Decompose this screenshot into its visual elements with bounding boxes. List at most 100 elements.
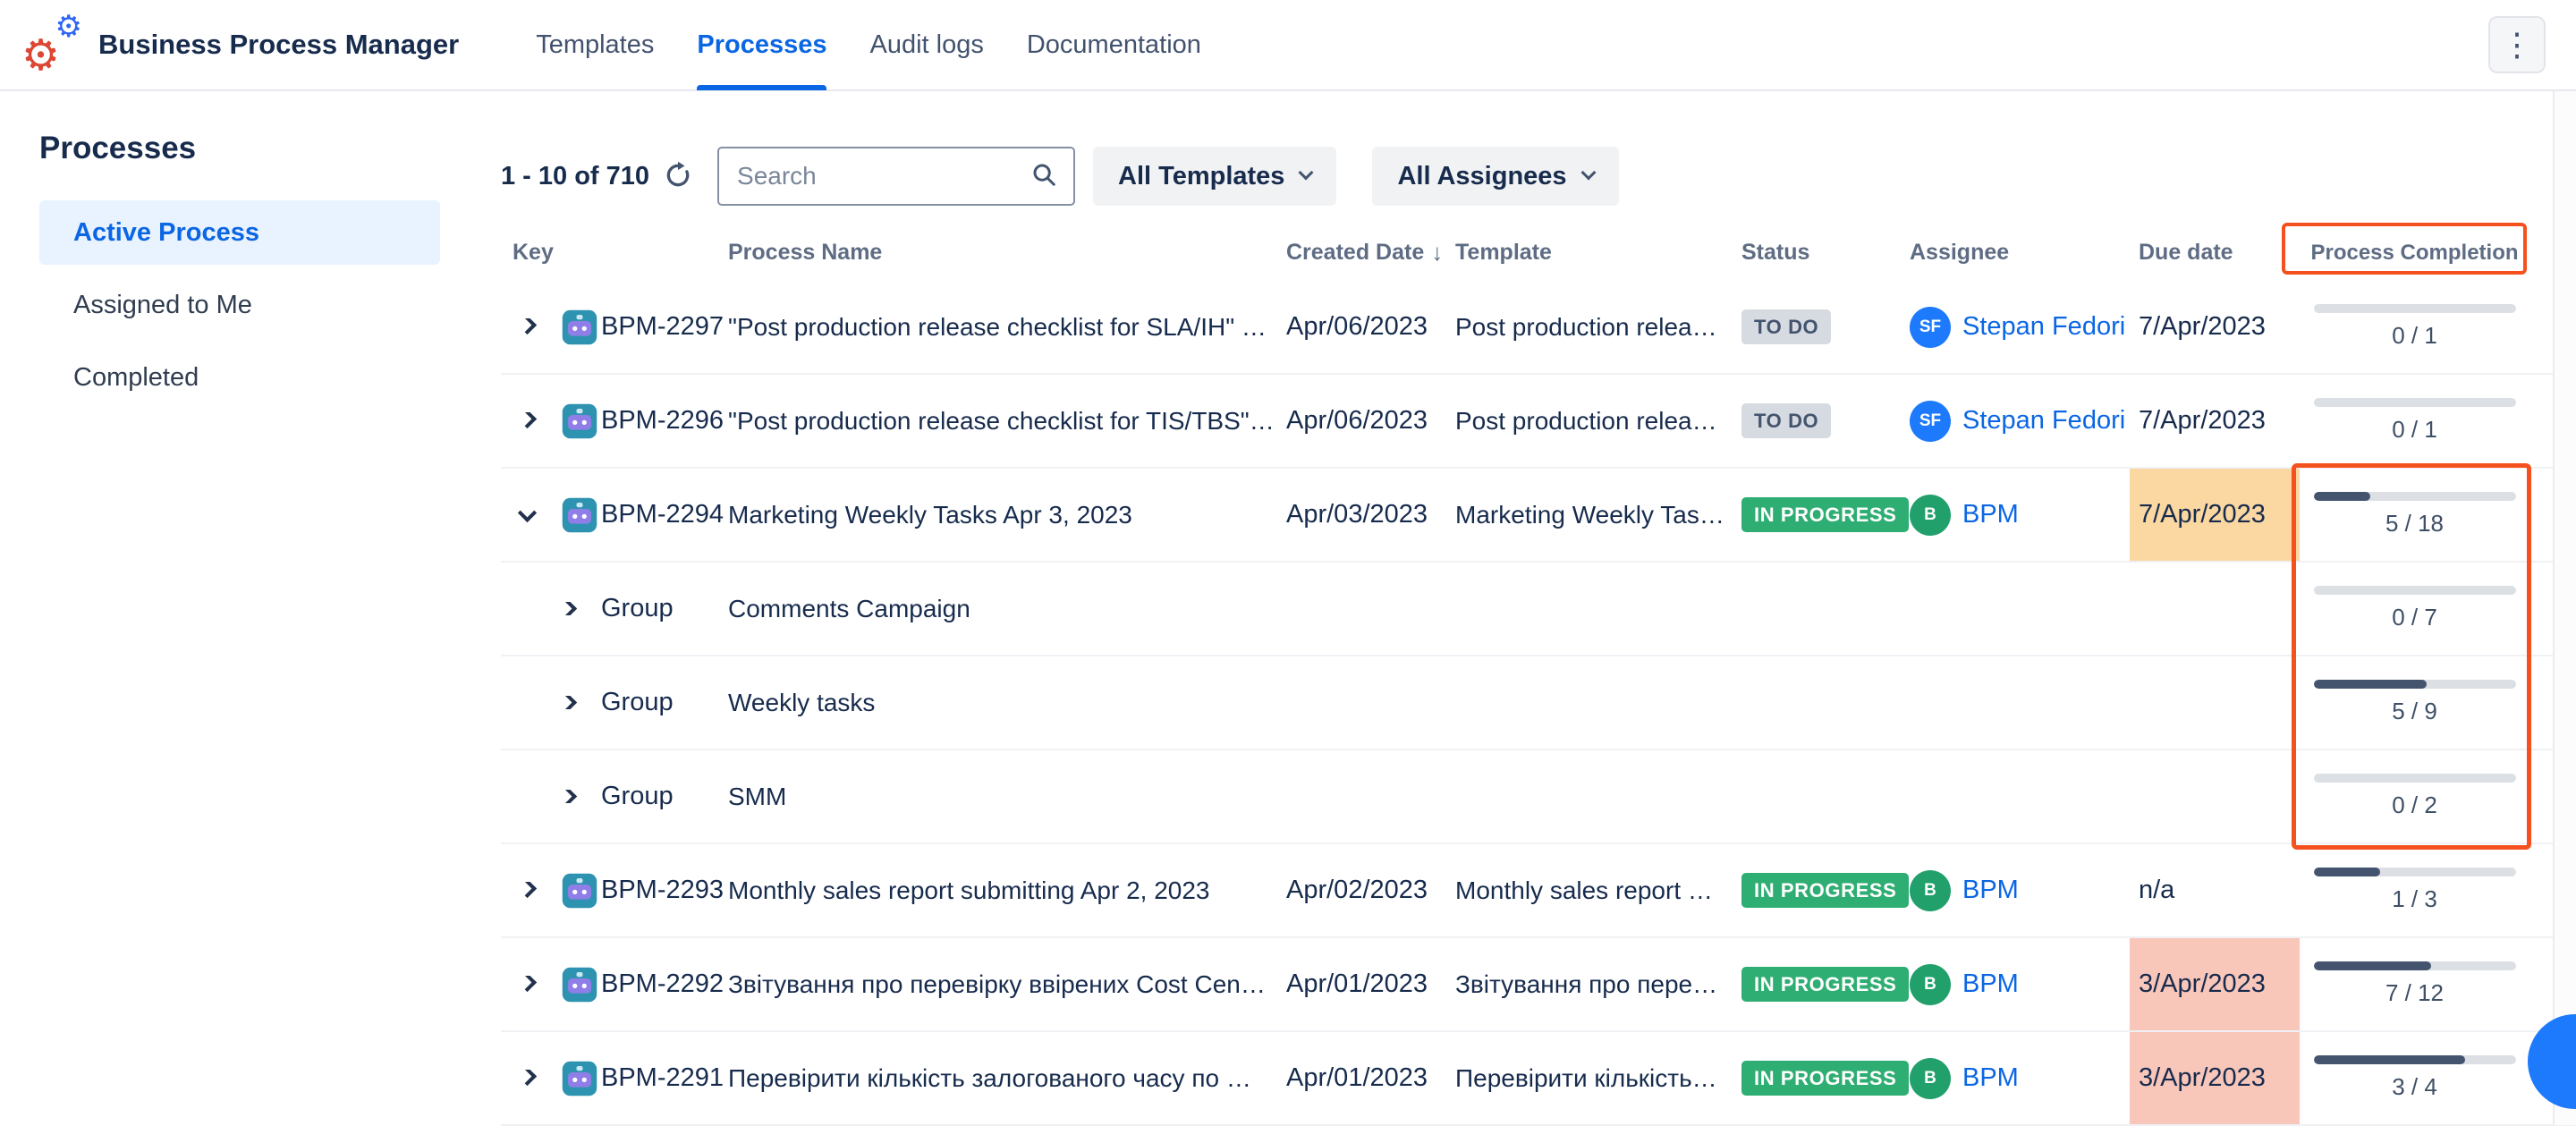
progress-label: 0 / 1 — [2392, 322, 2437, 350]
assignee-link[interactable]: Stepan Fedori — [1962, 406, 2125, 436]
table-row[interactable]: BPM-2293 Monthly sales report submitting… — [501, 844, 2576, 938]
search-input[interactable] — [735, 161, 1030, 191]
gear-blue-icon: ⚙ — [55, 12, 82, 42]
progress-bar — [2314, 586, 2516, 595]
due-date: 7/Apr/2023 — [2130, 469, 2300, 561]
assignee-avatar: B — [1910, 1058, 1951, 1099]
process-name: "Post production release checklist for T… — [728, 407, 1286, 436]
nav-tab-processes[interactable]: Processes — [697, 0, 826, 90]
expand-chevron-icon[interactable] — [518, 882, 537, 898]
process-name: Marketing Weekly Tasks Apr 3, 2023 — [728, 501, 1286, 529]
sort-desc-icon: ↓ — [1431, 239, 1443, 267]
progress-label: 7 / 12 — [2385, 979, 2444, 1007]
templates-filter-button[interactable]: All Templates — [1093, 147, 1336, 206]
collapse-chevron-icon[interactable] — [518, 506, 537, 522]
column-header-template: Template — [1455, 240, 1741, 266]
group-label: Group — [601, 688, 728, 717]
process-key: BPM-2294 — [601, 500, 728, 529]
assignee-avatar: B — [1910, 495, 1951, 536]
chevron-down-icon — [1299, 165, 1314, 181]
table-body: BPM-2297 "Post production release checkl… — [501, 281, 2576, 1126]
status-badge: IN PROGRESS — [1741, 967, 1909, 1002]
column-header-process-name: Process Name — [728, 240, 1286, 266]
nav-tab-audit-logs[interactable]: Audit logs — [869, 0, 983, 90]
group-name: SMM — [728, 783, 1286, 811]
sidebar-item-assigned-to-me[interactable]: Assigned to Me — [39, 273, 440, 337]
brand: ⚙ ⚙ Business Process Manager — [21, 15, 459, 74]
process-name: Звітування про перевірку ввірених Cost C… — [728, 970, 1286, 999]
main-content: 1 - 10 of 710 All Templates All Assignee… — [440, 91, 2576, 1125]
progress-bar — [2314, 304, 2516, 313]
assignee-link[interactable]: BPM — [1962, 969, 2019, 999]
search-box — [717, 147, 1075, 206]
assignee-link[interactable]: Stepan Fedori — [1962, 312, 2125, 342]
table-row[interactable]: BPM-2297 "Post production release checkl… — [501, 281, 2576, 375]
status-badge: TO DO — [1741, 403, 1831, 438]
process-name: Monthly sales report submitting Apr 2, 2… — [728, 876, 1286, 905]
progress-label: 5 / 9 — [2392, 698, 2437, 725]
due-date: 7/Apr/2023 — [2130, 375, 2300, 467]
column-header-key: Key — [501, 240, 728, 266]
table-row[interactable]: BPM-2292 Звітування про перевірку ввірен… — [501, 938, 2576, 1032]
nav-tab-documentation[interactable]: Documentation — [1027, 0, 1201, 90]
refresh-button[interactable] — [664, 161, 692, 192]
more-menu-button[interactable]: ⋮ — [2488, 16, 2546, 73]
created-date: Apr/02/2023 — [1286, 876, 1455, 905]
due-date: n/a — [2130, 844, 2300, 936]
template-name: Перевірити кількість… — [1455, 1064, 1741, 1093]
progress-label: 0 / 7 — [2392, 604, 2437, 631]
template-name: Post production relea… — [1455, 407, 1741, 436]
assignee-link[interactable]: BPM — [1962, 500, 2019, 529]
table-row[interactable]: BPM-2291 Перевірити кількість залоговано… — [501, 1032, 2576, 1126]
app-header: ⚙ ⚙ Business Process Manager Templates P… — [0, 0, 2576, 91]
expand-chevron-icon[interactable] — [559, 790, 577, 803]
expand-chevron-icon[interactable] — [518, 318, 537, 334]
assignees-filter-button[interactable]: All Assignees — [1372, 147, 1618, 206]
scrollbar[interactable] — [2553, 91, 2576, 1125]
created-date: Apr/03/2023 — [1286, 500, 1455, 529]
expand-chevron-icon[interactable] — [518, 976, 537, 992]
group-row[interactable]: Group SMM 0 / 2 — [501, 750, 2576, 844]
progress-bar — [2314, 680, 2516, 689]
nav-tab-templates[interactable]: Templates — [536, 0, 654, 90]
assignee-link[interactable]: BPM — [1962, 1063, 2019, 1093]
expand-chevron-icon[interactable] — [518, 1070, 537, 1086]
sidebar-heading: Processes — [39, 131, 440, 166]
app-title: Business Process Manager — [98, 29, 459, 61]
expand-chevron-icon[interactable] — [559, 602, 577, 615]
created-date: Apr/06/2023 — [1286, 406, 1455, 436]
template-name: Звітування про пере… — [1455, 970, 1741, 999]
group-row[interactable]: Group Weekly tasks 5 / 9 — [501, 656, 2576, 750]
sidebar-item-completed[interactable]: Completed — [39, 345, 440, 410]
process-key: BPM-2296 — [601, 406, 728, 436]
assignee-link[interactable]: BPM — [1962, 876, 2019, 905]
group-label: Group — [601, 782, 728, 811]
sidebar-item-active-process[interactable]: Active Process — [39, 200, 440, 265]
kebab-icon: ⋮ — [2501, 29, 2533, 61]
table-row[interactable]: BPM-2294 Marketing Weekly Tasks Apr 3, 2… — [501, 469, 2576, 563]
process-icon — [561, 966, 598, 1003]
expand-chevron-icon[interactable] — [518, 412, 537, 428]
template-name: Marketing Weekly Tas… — [1455, 501, 1741, 529]
column-header-status: Status — [1741, 240, 1910, 266]
template-name: Monthly sales report … — [1455, 876, 1741, 905]
assignee-avatar: SF — [1910, 401, 1951, 442]
table-row[interactable]: BPM-2296 "Post production release checkl… — [501, 375, 2576, 469]
expand-chevron-icon[interactable] — [559, 696, 577, 709]
status-badge: IN PROGRESS — [1741, 873, 1909, 908]
sidebar: Processes Active Process Assigned to Me … — [0, 91, 440, 1125]
created-date: Apr/01/2023 — [1286, 969, 1455, 999]
progress-bar — [2314, 774, 2516, 783]
process-key: BPM-2292 — [601, 969, 728, 999]
progress-bar — [2314, 961, 2516, 970]
progress-label: 1 / 3 — [2392, 885, 2437, 913]
process-icon — [561, 496, 598, 534]
status-badge: TO DO — [1741, 309, 1831, 344]
group-row[interactable]: Group Comments Campaign 0 / 7 — [501, 563, 2576, 656]
toolbar: 1 - 10 of 710 All Templates All Assignee… — [501, 147, 2576, 206]
progress-label: 0 / 1 — [2392, 416, 2437, 444]
due-date: 3/Apr/2023 — [2130, 938, 2300, 1030]
template-name: Post production relea… — [1455, 313, 1741, 342]
column-header-created-date[interactable]: Created Date↓ — [1286, 239, 1455, 267]
assignee-avatar: B — [1910, 964, 1951, 1005]
